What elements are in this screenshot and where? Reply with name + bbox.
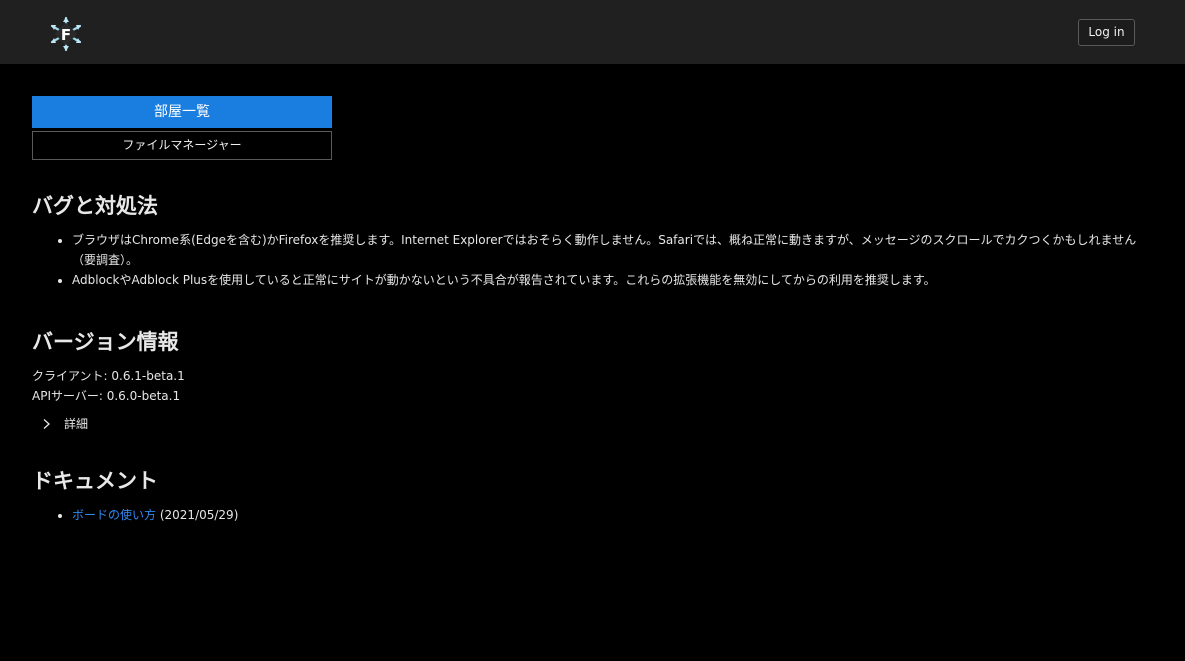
main-content: 部屋一覧 ファイルマネージャー バグと対処法 ブラウザはChrome系(Edge… <box>32 96 1152 522</box>
bugs-heading: バグと対処法 <box>32 194 158 218</box>
details-toggle[interactable]: 詳細 <box>40 414 88 434</box>
details-label: 詳細 <box>64 417 89 431</box>
file-manager-button[interactable]: ファイルマネージャー <box>32 131 332 160</box>
docs-heading: ドキュメント <box>32 469 158 493</box>
top-bar: F Log in <box>0 0 1185 64</box>
snowflake-logo-icon[interactable]: F <box>48 16 84 52</box>
board-guide-link[interactable]: ボードの使い方 <box>72 508 156 522</box>
list-item: ボードの使い方 (2021/05/29) <box>72 505 238 525</box>
svg-text:F: F <box>61 26 71 44</box>
api-version: APIサーバー: 0.6.0-beta.1 <box>32 389 181 403</box>
docs-list: ボードの使い方 (2021/05/29) <box>32 505 238 525</box>
bug-list: ブラウザはChrome系(Edgeを含む)かFirefoxを推奨します。Inte… <box>32 230 1152 290</box>
chevron-right-icon <box>43 419 50 429</box>
room-list-button[interactable]: 部屋一覧 <box>32 96 332 128</box>
list-item: AdblockやAdblock Plusを使用していると正常にサイトが動かないと… <box>72 270 1152 290</box>
client-version: クライアント: 0.6.1-beta.1 <box>32 369 185 383</box>
login-button[interactable]: Log in <box>1078 19 1135 46</box>
list-item: ブラウザはChrome系(Edgeを含む)かFirefoxを推奨します。Inte… <box>72 230 1152 270</box>
doc-date: (2021/05/29) <box>159 508 239 522</box>
version-heading: バージョン情報 <box>32 330 179 354</box>
